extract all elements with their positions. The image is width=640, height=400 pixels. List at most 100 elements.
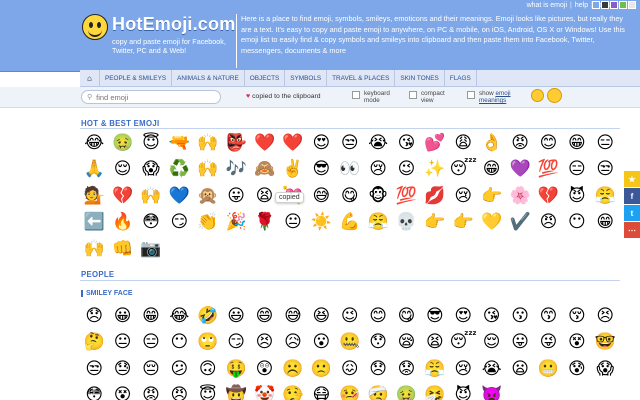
hot-emoji-cell[interactable]: 😒 — [336, 130, 364, 157]
smiley-emoji-cell[interactable]: 🤒 — [336, 383, 364, 400]
smiley-emoji-cell[interactable]: 😔 — [137, 356, 165, 383]
smiley-emoji-cell[interactable]: 🤠 — [222, 383, 250, 400]
hot-emoji-cell[interactable]: 💔 — [108, 183, 136, 210]
hot-emoji-cell[interactable]: 💙 — [165, 183, 193, 210]
smiley-emoji-cell[interactable]: 😂 — [165, 303, 193, 330]
smiley-emoji-cell[interactable]: 😦 — [506, 356, 534, 383]
hot-emoji-cell[interactable]: ☀️ — [307, 210, 335, 237]
hot-emoji-cell[interactable]: 👉 — [421, 210, 449, 237]
facebook-icon[interactable]: f — [624, 188, 640, 204]
smiley-emoji-cell[interactable]: 🤔 — [80, 330, 108, 357]
smiley-emoji-cell[interactable]: 😋 — [392, 303, 420, 330]
smiley-emoji-cell[interactable]: 🤣 — [194, 303, 222, 330]
hot-emoji-cell[interactable]: 👀 — [336, 157, 364, 184]
hot-emoji-cell[interactable]: 📷 — [137, 236, 165, 263]
theme-swatch[interactable] — [592, 1, 600, 9]
hot-emoji-cell[interactable]: ✌️ — [279, 157, 307, 184]
keyboard-mode-checkbox[interactable] — [352, 91, 360, 99]
hot-emoji-cell[interactable]: 😁 — [591, 210, 619, 237]
hot-emoji-cell[interactable]: 😂 — [80, 130, 108, 157]
smiley-emoji-cell[interactable]: 😎 — [421, 303, 449, 330]
smiley-emoji-cell[interactable]: 😬 — [534, 356, 562, 383]
hot-emoji-cell[interactable]: 💁 — [80, 183, 108, 210]
smiley-emoji-cell[interactable]: 🙃 — [194, 356, 222, 383]
smiley-emoji-cell[interactable]: 😵 — [108, 383, 136, 400]
smiley-emoji-cell[interactable]: 😥 — [279, 330, 307, 357]
compact-view-option[interactable]: compact view — [409, 90, 457, 104]
smiley-emoji-cell[interactable]: 😟 — [392, 356, 420, 383]
smiley-emoji-cell[interactable]: 😤 — [421, 356, 449, 383]
nav-symbols[interactable]: SYMBOLS — [285, 70, 328, 86]
nav-travel-places[interactable]: TRAVEL & PLACES — [327, 70, 396, 86]
home-icon[interactable]: ⌂ — [80, 70, 100, 86]
hot-emoji-cell[interactable]: 😠 — [534, 210, 562, 237]
keyboard-mode-option[interactable]: keyboard mode — [352, 90, 400, 104]
hot-emoji-cell[interactable]: 🌹 — [250, 210, 278, 237]
hot-emoji-cell[interactable]: 😢 — [364, 157, 392, 184]
smiley-emoji-cell[interactable]: 😳 — [80, 383, 108, 400]
hot-emoji-cell[interactable]: 💕 — [421, 130, 449, 157]
theme-swatch[interactable] — [601, 1, 609, 9]
smiley-emoji-cell[interactable]: 😛 — [506, 330, 534, 357]
hot-emoji-cell[interactable]: ✔️ — [506, 210, 534, 237]
smiley-emoji-cell[interactable]: 😃 — [222, 303, 250, 330]
smiley-emoji-cell[interactable]: 😖 — [336, 356, 364, 383]
search-input[interactable] — [96, 92, 207, 102]
hot-emoji-cell[interactable]: 💀 — [392, 210, 420, 237]
hot-emoji-cell[interactable]: 😐 — [279, 210, 307, 237]
hot-emoji-cell[interactable]: 🤢 — [108, 130, 136, 157]
hot-emoji-cell[interactable]: 🙌 — [194, 130, 222, 157]
smiley-emoji-cell[interactable]: 😇 — [194, 383, 222, 400]
smiley-emoji-cell[interactable]: 😅 — [279, 303, 307, 330]
hot-emoji-cell[interactable]: 😱 — [137, 157, 165, 184]
hot-emoji-cell[interactable]: 🙌 — [194, 157, 222, 184]
smiley-emoji-cell[interactable]: 🤥 — [279, 383, 307, 400]
smiley-emoji-cell[interactable]: 😚 — [563, 303, 591, 330]
hot-emoji-cell[interactable]: 😛 — [222, 183, 250, 210]
hot-emoji-cell[interactable]: 💪 — [336, 210, 364, 237]
smiley-emoji-cell[interactable]: 😌 — [477, 330, 505, 357]
smiley-emoji-cell[interactable]: 👿 — [477, 383, 505, 400]
hot-emoji-cell[interactable]: ✨ — [421, 157, 449, 184]
smiley-emoji-cell[interactable]: 😕 — [165, 356, 193, 383]
large-size-smiley-icon[interactable] — [547, 88, 562, 103]
nav-people-smileys[interactable]: PEOPLE & SMILEYS — [100, 70, 173, 86]
smiley-emoji-cell[interactable]: 😞 — [364, 356, 392, 383]
small-size-smiley-icon[interactable] — [531, 89, 544, 102]
hot-emoji-cell[interactable]: 💜 — [506, 157, 534, 184]
smiley-emoji-cell[interactable]: 😜 — [534, 330, 562, 357]
smiley-emoji-cell[interactable]: 🤕 — [364, 383, 392, 400]
smiley-emoji-cell[interactable]: 😮 — [307, 330, 335, 357]
star-icon[interactable]: ★ — [624, 171, 640, 187]
smiley-emoji-cell[interactable]: 😆 — [307, 303, 335, 330]
hot-emoji-cell[interactable]: 😋 — [336, 183, 364, 210]
hot-emoji-cell[interactable]: 🎉 — [222, 210, 250, 237]
smiley-emoji-cell[interactable]: 😯 — [364, 330, 392, 357]
hot-emoji-cell[interactable]: 😘 — [392, 130, 420, 157]
hot-emoji-cell[interactable]: 😇 — [137, 130, 165, 157]
smiley-emoji-cell[interactable]: 😞 — [80, 303, 108, 330]
smiley-emoji-cell[interactable]: 🤢 — [392, 383, 420, 400]
hot-emoji-cell[interactable]: ⬅️ — [80, 210, 108, 237]
hot-emoji-cell[interactable]: 🙌 — [137, 183, 165, 210]
smiley-emoji-cell[interactable]: 😘 — [477, 303, 505, 330]
theme-swatch[interactable] — [628, 1, 636, 9]
smiley-emoji-cell[interactable]: 😠 — [165, 383, 193, 400]
hot-emoji-cell[interactable]: 😍 — [307, 130, 335, 157]
hot-emoji-cell[interactable]: 💔 — [534, 183, 562, 210]
smiley-emoji-cell[interactable]: 😰 — [563, 356, 591, 383]
hot-emoji-cell[interactable]: 💛 — [477, 210, 505, 237]
smiley-emoji-cell[interactable]: 😣 — [250, 330, 278, 357]
smiley-emoji-cell[interactable]: 😷 — [307, 383, 335, 400]
hot-emoji-cell[interactable]: 🙏 — [80, 157, 108, 184]
hot-emoji-cell[interactable]: 😡 — [506, 130, 534, 157]
smiley-emoji-cell[interactable]: 🤓 — [591, 330, 619, 357]
show-meanings-checkbox[interactable] — [467, 91, 475, 99]
hot-emoji-cell[interactable]: 😉 — [392, 157, 420, 184]
smiley-emoji-cell[interactable]: 😏 — [222, 330, 250, 357]
what-is-emoji-link[interactable]: what is emoji — [527, 2, 567, 9]
smiley-emoji-cell[interactable]: 😴 — [449, 330, 477, 357]
hot-emoji-cell[interactable]: 🙊 — [194, 183, 222, 210]
smiley-emoji-cell[interactable]: 😱 — [591, 356, 619, 383]
hot-emoji-cell[interactable]: 🔫 — [165, 130, 193, 157]
